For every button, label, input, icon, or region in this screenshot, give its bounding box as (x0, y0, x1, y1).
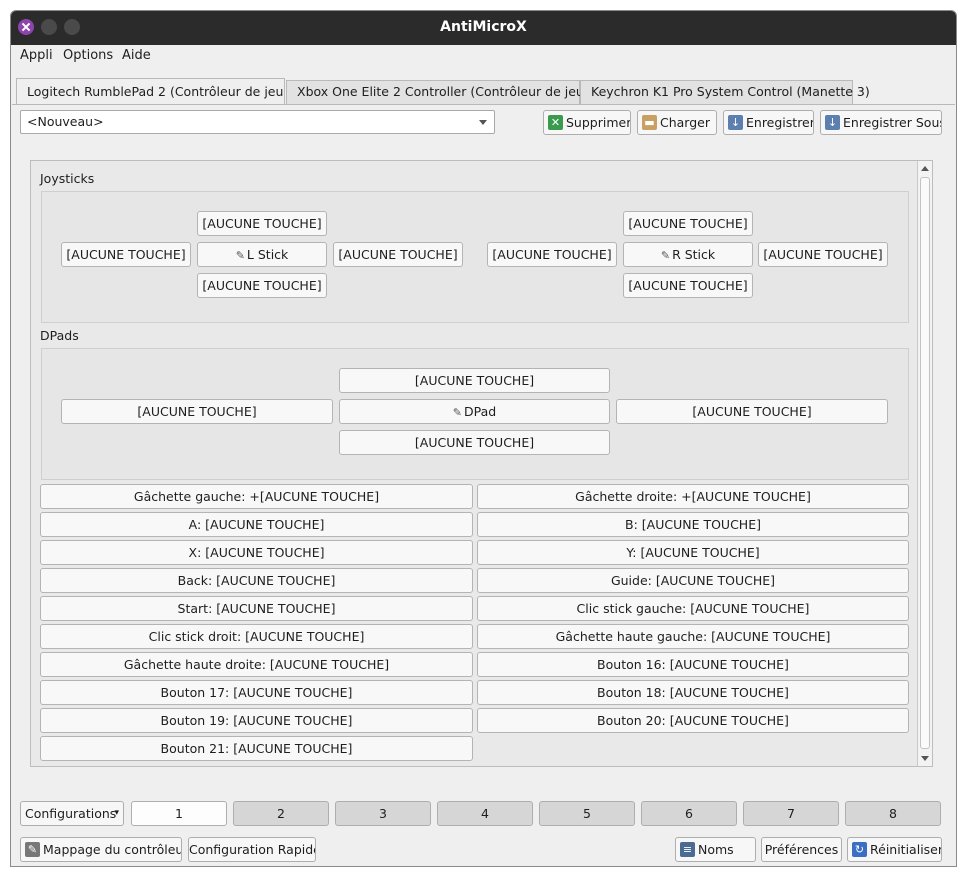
save-icon: ↓ (728, 115, 743, 130)
mapping-button-b[interactable]: B: [AUCUNE TOUCHE] (477, 512, 909, 537)
chevron-down-icon (479, 120, 487, 125)
gamepad-icon: ✎ (25, 842, 40, 857)
right-stick-up-button[interactable]: [AUCUNE TOUCHE] (623, 211, 753, 236)
tab-controller-1[interactable]: Logitech RumblePad 2 (Contrôleur de jeu … (16, 78, 300, 105)
dropdown-arrow-icon: ▾ (114, 808, 119, 818)
save-label: Enregistrer (746, 115, 814, 130)
left-stick-label: L Stick (246, 247, 289, 262)
dpad-icon: ✎ (452, 406, 462, 419)
mapping-button-left-trigger[interactable]: Gâchette gauche: +[AUCUNE TOUCHE] (40, 484, 473, 509)
mapping-button-19[interactable]: Bouton 19: [AUCUNE TOUCHE] (40, 708, 473, 733)
left-stick-down-button[interactable]: [AUCUNE TOUCHE] (197, 273, 327, 298)
right-stick-right-button[interactable]: [AUCUNE TOUCHE] (758, 242, 888, 267)
joystick-icon: ✎ (235, 249, 245, 262)
menu-bar: Appli Options Aide (11, 45, 956, 67)
mapping-button-right-stick-click[interactable]: Clic stick droit: [AUCUNE TOUCHE] (40, 624, 473, 649)
save-as-icon: ↓ (825, 115, 840, 130)
mapping-button-right-trigger[interactable]: Gâchette droite: +[AUCUNE TOUCHE] (477, 484, 909, 509)
delete-icon: ✕ (548, 115, 563, 130)
set-button-7[interactable]: 7 (743, 801, 839, 826)
joysticks-label: Joysticks (40, 171, 95, 186)
left-stick-button[interactable]: ✎ L Stick (197, 242, 327, 267)
tab-controller-3[interactable]: Keychron K1 Pro System Control (Manette … (580, 80, 870, 104)
dpad-down-button[interactable]: [AUCUNE TOUCHE] (339, 430, 610, 455)
names-label: Noms (698, 842, 734, 857)
quick-config-button[interactable]: Configuration Rapide (188, 837, 316, 862)
save-as-label: Enregistrer Sous (843, 115, 942, 130)
right-stick-down-button[interactable]: [AUCUNE TOUCHE] (623, 273, 753, 298)
vertical-scrollbar[interactable] (917, 161, 932, 766)
mapping-button-x[interactable]: X: [AUCUNE TOUCHE] (40, 540, 473, 565)
dpads-group: [AUCUNE TOUCHE] [AUCUNE TOUCHE] ✎ DPad [A… (41, 348, 909, 480)
reset-label: Réinitialiser (870, 842, 942, 857)
mapping-button-y[interactable]: Y: [AUCUNE TOUCHE] (477, 540, 909, 565)
preferences-button[interactable]: Préférences (761, 837, 842, 862)
left-stick-left-button[interactable]: [AUCUNE TOUCHE] (61, 242, 191, 267)
mapping-scroll-area: Joysticks [AUCUNE TOUCHE] [AUCUNE TOUCHE… (30, 160, 933, 767)
set-button-6[interactable]: 6 (641, 801, 737, 826)
left-stick-up-button[interactable]: [AUCUNE TOUCHE] (197, 211, 327, 236)
mapping-button-left-stick-click[interactable]: Clic stick gauche: [AUCUNE TOUCHE] (477, 596, 909, 621)
delete-button[interactable]: ✕ Supprimer (543, 110, 631, 135)
names-icon: ≡ (680, 842, 695, 857)
title-bar: AntiMicroX (11, 11, 956, 45)
configurations-label: Configurations (25, 806, 117, 821)
set-button-1[interactable]: 1 (131, 801, 227, 826)
delete-label: Supprimer (566, 115, 631, 130)
reset-icon: ↻ (852, 842, 867, 857)
profile-select[interactable]: <Nouveau> (20, 110, 495, 134)
set-button-3[interactable]: 3 (335, 801, 431, 826)
folder-icon: ▬ (642, 115, 657, 130)
set-button-2[interactable]: 2 (233, 801, 329, 826)
menu-aide[interactable]: Aide (122, 48, 151, 63)
mapping-button-left-bumper[interactable]: Gâchette haute gauche: [AUCUNE TOUCHE] (477, 624, 909, 649)
scroll-thumb[interactable] (920, 177, 930, 749)
mapping-button-right-bumper[interactable]: Gâchette haute droite: [AUCUNE TOUCHE] (40, 652, 473, 677)
window-title: AntiMicroX (440, 19, 527, 35)
mapping-button-18[interactable]: Bouton 18: [AUCUNE TOUCHE] (477, 680, 909, 705)
profile-select-value: <Nouveau> (27, 114, 104, 129)
app-window: AntiMicroX Appli Options Aide Logitech R… (10, 10, 957, 867)
menu-appli[interactable]: Appli (20, 48, 53, 63)
load-label: Charger (660, 115, 710, 130)
joystick-icon: ✎ (660, 249, 671, 262)
set-button-8[interactable]: 8 (845, 801, 941, 826)
dpad-right-button[interactable]: [AUCUNE TOUCHE] (616, 399, 888, 424)
load-button[interactable]: ▬ Charger (637, 110, 717, 135)
scroll-up-icon[interactable] (921, 166, 929, 171)
scroll-down-icon[interactable] (921, 756, 929, 761)
save-button[interactable]: ↓ Enregistrer (723, 110, 814, 135)
names-button[interactable]: ≡ Noms (675, 837, 756, 862)
left-stick-right-button[interactable]: [AUCUNE TOUCHE] (333, 242, 463, 267)
menu-options[interactable]: Options (63, 48, 113, 63)
reset-button[interactable]: ↻ Réinitialiser (847, 837, 942, 862)
set-button-4[interactable]: 4 (437, 801, 533, 826)
controller-mapping-button[interactable]: ✎ Mappage du contrôleur (20, 837, 182, 862)
right-stick-button[interactable]: ✎ R Stick (623, 242, 753, 267)
mapping-button-back[interactable]: Back: [AUCUNE TOUCHE] (40, 568, 473, 593)
configurations-dropdown[interactable]: Configurations ▾ (20, 801, 124, 826)
mapping-button-guide[interactable]: Guide: [AUCUNE TOUCHE] (477, 568, 909, 593)
save-as-button[interactable]: ↓ Enregistrer Sous (820, 110, 942, 135)
dpad-left-button[interactable]: [AUCUNE TOUCHE] (61, 399, 333, 424)
mapping-button-17[interactable]: Bouton 17: [AUCUNE TOUCHE] (40, 680, 473, 705)
right-stick-label: R Stick (672, 247, 716, 262)
dpad-button[interactable]: ✎ DPad (339, 399, 610, 424)
dpad-label: DPad (464, 404, 497, 419)
mapping-button-20[interactable]: Bouton 20: [AUCUNE TOUCHE] (477, 708, 909, 733)
right-stick-left-button[interactable]: [AUCUNE TOUCHE] (487, 242, 617, 267)
set-button-5[interactable]: 5 (539, 801, 635, 826)
tab-controller-2[interactable]: Xbox One Elite 2 Controller (Contrôleur … (286, 80, 601, 104)
joysticks-group: [AUCUNE TOUCHE] [AUCUNE TOUCHE] ✎ L Stick… (41, 191, 909, 323)
mapping-button-16[interactable]: Bouton 16: [AUCUNE TOUCHE] (477, 652, 909, 677)
mapping-button-a[interactable]: A: [AUCUNE TOUCHE] (40, 512, 473, 537)
mapping-button-start[interactable]: Start: [AUCUNE TOUCHE] (40, 596, 473, 621)
controller-mapping-label: Mappage du contrôleur (43, 842, 182, 857)
dpad-up-button[interactable]: [AUCUNE TOUCHE] (339, 368, 610, 393)
dpads-label: DPads (40, 328, 79, 343)
mapping-button-21[interactable]: Bouton 21: [AUCUNE TOUCHE] (40, 736, 473, 761)
